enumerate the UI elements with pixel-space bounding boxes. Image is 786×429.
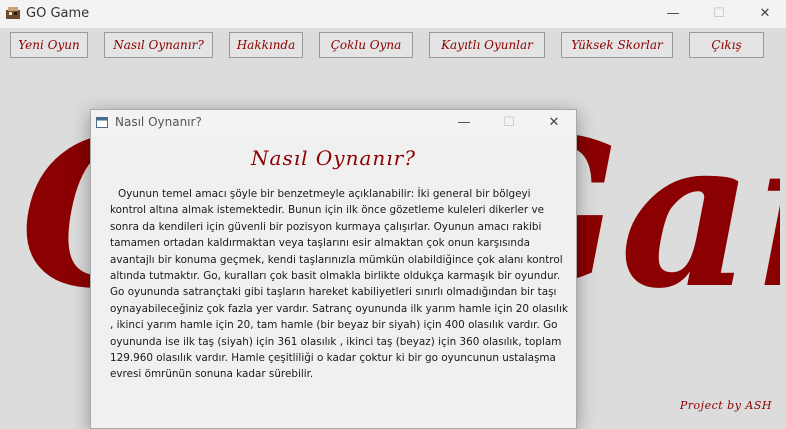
dialog-minimize-button[interactable]: — bbox=[453, 113, 475, 133]
saved-games-button[interactable]: Kayıtlı Oyunlar bbox=[429, 32, 545, 58]
window-icon bbox=[96, 117, 108, 128]
how-to-play-dialog: Nasıl Oynanır? — ☐ ✕ Nasıl Oynanır? Oyun… bbox=[90, 109, 577, 429]
new-game-button[interactable]: Yeni Oyun bbox=[10, 32, 88, 58]
dialog-close-button[interactable]: ✕ bbox=[543, 113, 565, 133]
close-button[interactable]: ✕ bbox=[753, 4, 777, 24]
dialog-heading: Nasıl Oynanır? bbox=[251, 146, 416, 170]
dialog-title: Nasıl Oynanır? bbox=[115, 115, 202, 129]
about-button[interactable]: Hakkında bbox=[229, 32, 303, 58]
multiplayer-button[interactable]: Çoklu Oyna bbox=[319, 32, 413, 58]
window-titlebar: GO Game — ☐ ✕ bbox=[0, 0, 786, 28]
high-scores-button[interactable]: Yüksek Skorlar bbox=[561, 32, 673, 58]
window-title: GO Game bbox=[26, 6, 90, 21]
how-to-play-button[interactable]: Nasıl Oynanır? bbox=[104, 32, 213, 58]
minimize-button[interactable]: — bbox=[661, 4, 685, 24]
exit-button[interactable]: Çıkış bbox=[689, 32, 764, 58]
dialog-body-text: Oyunun temel amacı şöyle bir benzetmeyle… bbox=[110, 188, 568, 381]
dialog-maximize-button: ☐ bbox=[503, 115, 515, 130]
credit-text: Project by ASH bbox=[679, 399, 772, 412]
dialog-titlebar: Nasıl Oynanır? — ☐ ✕ bbox=[91, 110, 576, 136]
maximize-button: ☐ bbox=[713, 6, 725, 21]
app-icon bbox=[6, 7, 20, 19]
